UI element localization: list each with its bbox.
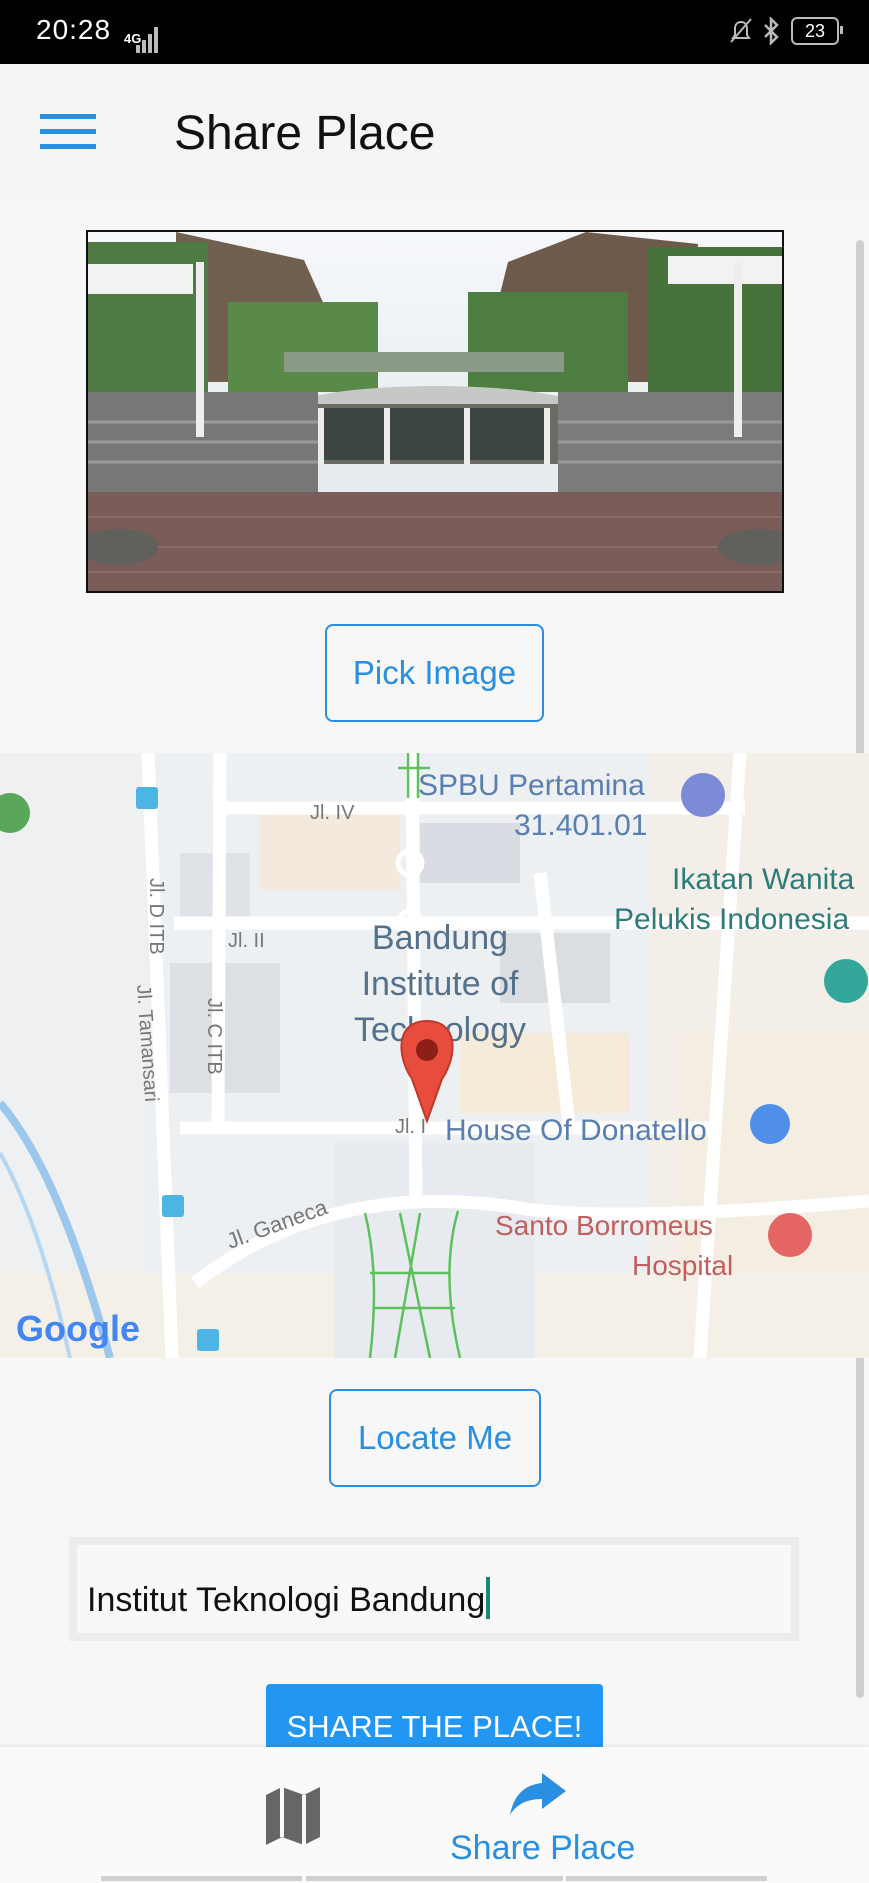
system-nav-bar-left [101, 1876, 302, 1881]
place-name-input[interactable]: Institut Teknologi Bandung [69, 1537, 799, 1641]
system-nav-bar-center [306, 1876, 563, 1881]
main-content[interactable]: Pick Image SPBU Pertamina 31.401.01 Ikat… [0, 200, 869, 1747]
system-nav-bar-right [566, 1876, 767, 1881]
map-label-spbu-code: 31.401.01 [514, 809, 647, 842]
nav-share-place-label[interactable]: Share Place [450, 1829, 635, 1868]
google-logo: Google [16, 1308, 140, 1349]
share-place-button[interactable]: SHARE THE PLACE! [266, 1684, 603, 1747]
pick-image-button[interactable]: Pick Image [325, 624, 544, 722]
mute-bell-icon [730, 18, 752, 43]
bottom-navigation: Share Place [0, 1747, 869, 1883]
map-label-spbu: SPBU Pertamina [418, 769, 645, 802]
bluetooth-icon [764, 17, 779, 45]
signal-icon [136, 27, 158, 53]
status-bar: 20:28 4G 23 [0, 0, 869, 64]
map-label-jl-i: Jl. I [395, 1116, 426, 1138]
map-label-itb-1: Bandung [372, 919, 508, 957]
map-label-jl-c: Jl. C ITB [203, 998, 225, 1075]
status-time: 20:28 [36, 14, 112, 45]
map-icon[interactable] [262, 1783, 324, 1849]
map-label-itb-2: Institute of [362, 965, 519, 1003]
app-bar: Share Place [0, 64, 869, 200]
map-label-jl-iv: Jl. IV [310, 802, 355, 824]
map-label-ikatan-2: Pelukis Indonesia [614, 903, 849, 936]
map-label-donatello: House Of Donatello [445, 1114, 707, 1147]
map-view[interactable]: H SPBU Pertamina 31.401.01 Ikatan Wanita… [0, 753, 869, 1358]
locate-me-button[interactable]: Locate Me [329, 1389, 541, 1487]
map-label-jl-ii: Jl. II [228, 930, 265, 952]
place-name-value: Institut Teknologi Bandung [87, 1581, 486, 1619]
hamburger-icon[interactable] [40, 114, 96, 154]
battery-icon: 23 [791, 17, 843, 45]
map-label-hospital-2: Hospital [632, 1250, 733, 1281]
map-label-ikatan-1: Ikatan Wanita [672, 863, 855, 896]
page-title: Share Place [174, 107, 436, 160]
map-label-hospital-1: Santo Borromeus [495, 1210, 713, 1241]
share-arrow-icon[interactable] [508, 1769, 570, 1817]
map-label-jl-d: Jl. D ITB [145, 878, 167, 955]
text-cursor [486, 1577, 491, 1619]
place-image [86, 230, 784, 593]
